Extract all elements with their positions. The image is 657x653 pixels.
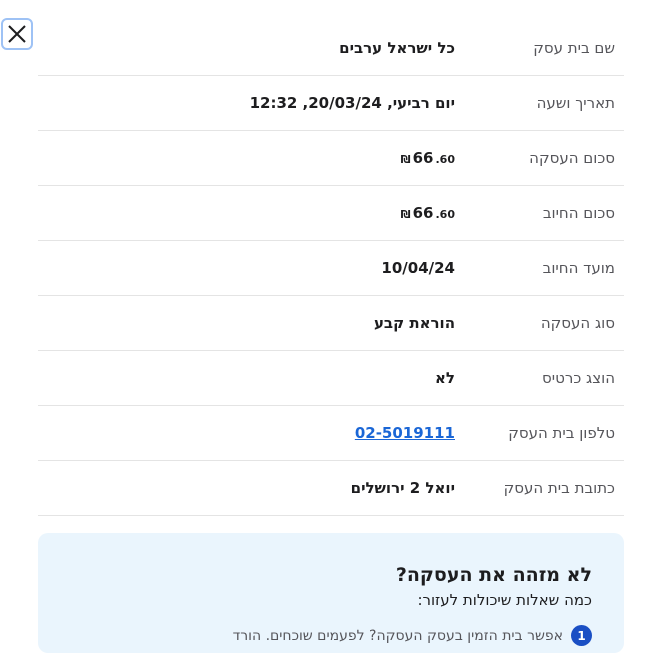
detail-value: ₪ 66 .60 <box>401 149 455 167</box>
detail-value: יואל 2 ירושלים <box>350 479 455 497</box>
detail-label: מועד החיוב <box>542 259 615 277</box>
detail-row-charge-date: מועד החיוב 10/04/24 <box>38 241 624 296</box>
detail-row-charge-amount: סכום החיוב ₪ 66 .60 <box>38 186 624 241</box>
merchant-phone-link[interactable]: 02-5019111 <box>355 424 455 442</box>
amount-decimal: .60 <box>435 208 456 221</box>
transaction-details: שם בית עסק כל ישראל ערבים תאריך ושעה יום… <box>38 21 624 516</box>
amount: ₪ 66 .60 <box>401 149 455 167</box>
detail-value: הוראת קבע <box>373 314 455 332</box>
detail-value: כל ישראל ערבים <box>339 39 455 57</box>
detail-row-transaction-type: סוג העסקה הוראת קבע <box>38 296 624 351</box>
detail-label: סכום החיוב <box>542 204 615 222</box>
help-title: לא מזהה את העסקה? <box>395 564 592 586</box>
detail-label: טלפון בית העסק <box>508 424 615 442</box>
detail-value: ₪ 66 .60 <box>401 204 455 222</box>
detail-row-merchant-name: שם בית עסק כל ישראל ערבים <box>38 21 624 76</box>
amount-integer: 66 <box>412 204 434 222</box>
detail-label: סוג העסקה <box>540 314 615 332</box>
detail-label: כתובת בית העסק <box>503 479 615 497</box>
detail-row-transaction-amount: סכום העסקה ₪ 66 .60 <box>38 131 624 186</box>
detail-label: שם בית עסק <box>533 39 615 57</box>
amount-integer: 66 <box>412 149 434 167</box>
detail-row-merchant-address: כתובת בית העסק יואל 2 ירושלים <box>38 461 624 516</box>
detail-row-date-time: תאריך ושעה יום רביעי, 20/03/24, 12:32 <box>38 76 624 131</box>
detail-row-merchant-phone: טלפון בית העסק 02-5019111 <box>38 406 624 461</box>
detail-label: הוצג כרטיס <box>542 369 615 387</box>
currency-symbol: ₪ <box>400 153 411 166</box>
close-button[interactable] <box>1 18 33 50</box>
detail-value: לא <box>435 369 455 387</box>
help-subtitle: כמה שאלות שיכולות לעזור: <box>417 591 592 609</box>
detail-value: יום רביעי, 20/03/24, 12:32 <box>249 94 455 112</box>
amount-decimal: .60 <box>435 153 456 166</box>
detail-label: סכום העסקה <box>529 149 615 167</box>
unrecognized-transaction-help: לא מזהה את העסקה? כמה שאלות שיכולות לעזו… <box>38 533 624 653</box>
detail-row-card-presented: הוצג כרטיס לא <box>38 351 624 406</box>
amount: ₪ 66 .60 <box>401 204 455 222</box>
currency-symbol: ₪ <box>400 208 411 221</box>
detail-label: תאריך ושעה <box>536 94 615 112</box>
detail-value: 10/04/24 <box>381 259 455 277</box>
close-icon <box>8 25 26 43</box>
